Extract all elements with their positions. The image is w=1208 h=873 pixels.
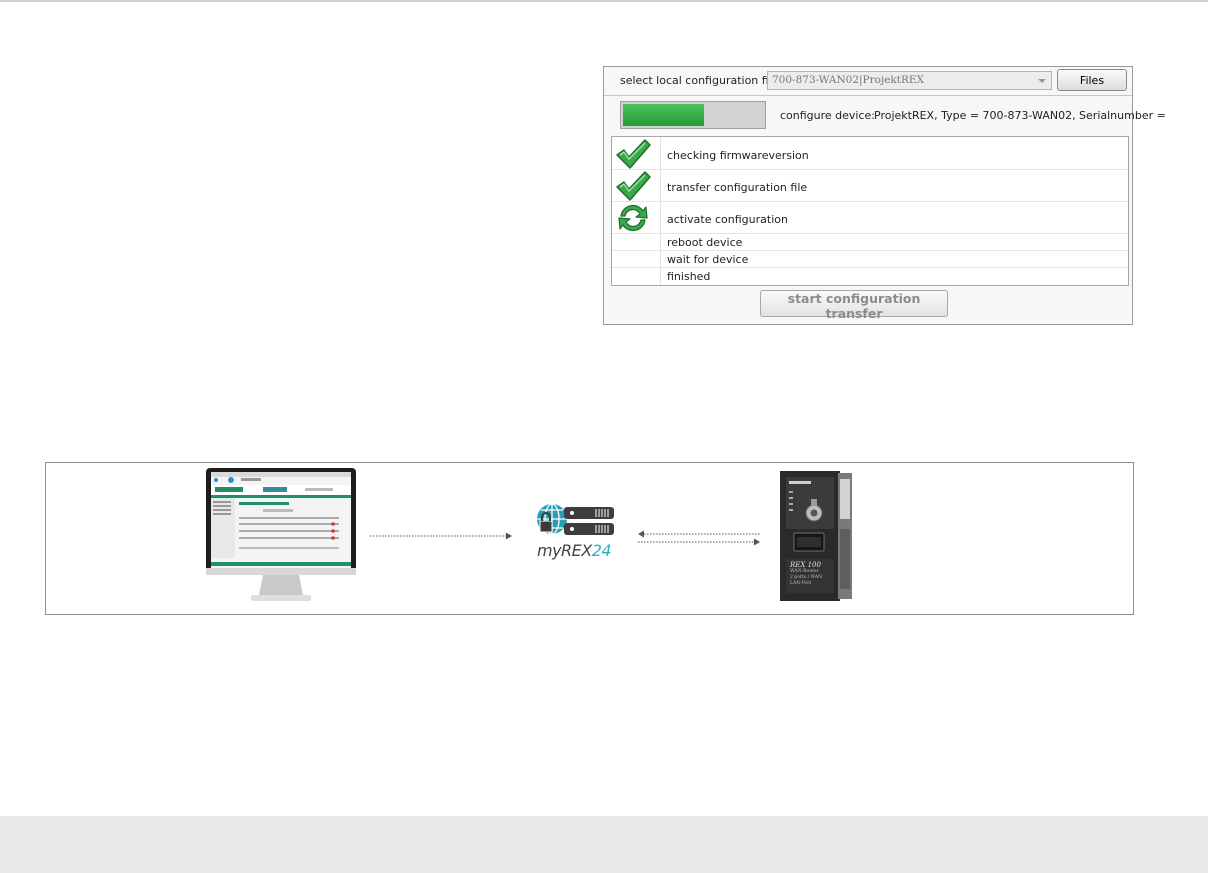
step-row: finished (612, 268, 1128, 285)
step-row: reboot device (612, 234, 1128, 251)
config-file-select[interactable]: 700-873-WAN02|ProjektREX (767, 71, 1052, 90)
configuration-dialog: select local configuration file 700-873-… (603, 66, 1166, 325)
bidirectional-arrow-icon (638, 530, 760, 546)
step-row: activate configuration (612, 202, 1128, 234)
brand-suffix: 24 (591, 541, 612, 560)
footer-band (0, 816, 1208, 873)
transfer-progress-bar (620, 101, 766, 129)
globe-server-icon (526, 503, 618, 545)
start-configuration-transfer-button[interactable]: start configuration transfer (760, 290, 948, 321)
file-selection-row: select local configuration file 700-873-… (604, 67, 1132, 95)
divider (604, 95, 1132, 96)
check-icon (614, 138, 654, 174)
step-label: activate configuration (667, 213, 788, 226)
step-row: wait for device (612, 251, 1128, 268)
device-name: REX 100 (790, 561, 821, 569)
file-select-label: select local configuration file (620, 74, 779, 87)
steps-list: checking firmwareversion transfer config… (611, 136, 1129, 286)
arrow-right-icon (370, 532, 512, 540)
step-row: transfer configuration file (612, 170, 1128, 202)
step-label: transfer configuration file (667, 181, 808, 194)
brand-logo: myREX24 (537, 541, 612, 560)
progress-fill (623, 104, 704, 126)
chevron-down-icon[interactable] (1038, 79, 1046, 83)
device-label: REX 100 WAN-Router 2 ports / WAN LAN-Por… (790, 561, 836, 587)
check-icon (614, 170, 654, 206)
refresh-icon (617, 203, 657, 237)
step-label: reboot device (667, 236, 743, 249)
configure-device-value: ProjektREX, Type = 700-873-WAN02, Serial… (874, 109, 1166, 122)
step-row: checking firmwareversion (612, 137, 1128, 170)
rex-device-image: REX 100 WAN-Router 2 ports / WAN LAN-Por… (778, 469, 858, 607)
step-label: finished (667, 270, 711, 283)
brand-prefix: myREX (537, 541, 592, 560)
step-label: checking firmwareversion (667, 149, 809, 162)
configure-device-label: configure device: (780, 109, 876, 122)
device-line: LAN-Port (790, 581, 812, 586)
computer-monitor-image (205, 467, 357, 609)
step-label: wait for device (667, 253, 749, 266)
files-button[interactable]: Files (1057, 69, 1127, 91)
connection-diagram: myREX24 REX 100 WAN-Router 2 ports / WAN… (45, 462, 1134, 615)
config-file-select-value: 700-873-WAN02|ProjektREX (772, 74, 925, 86)
top-rule (0, 0, 1208, 2)
